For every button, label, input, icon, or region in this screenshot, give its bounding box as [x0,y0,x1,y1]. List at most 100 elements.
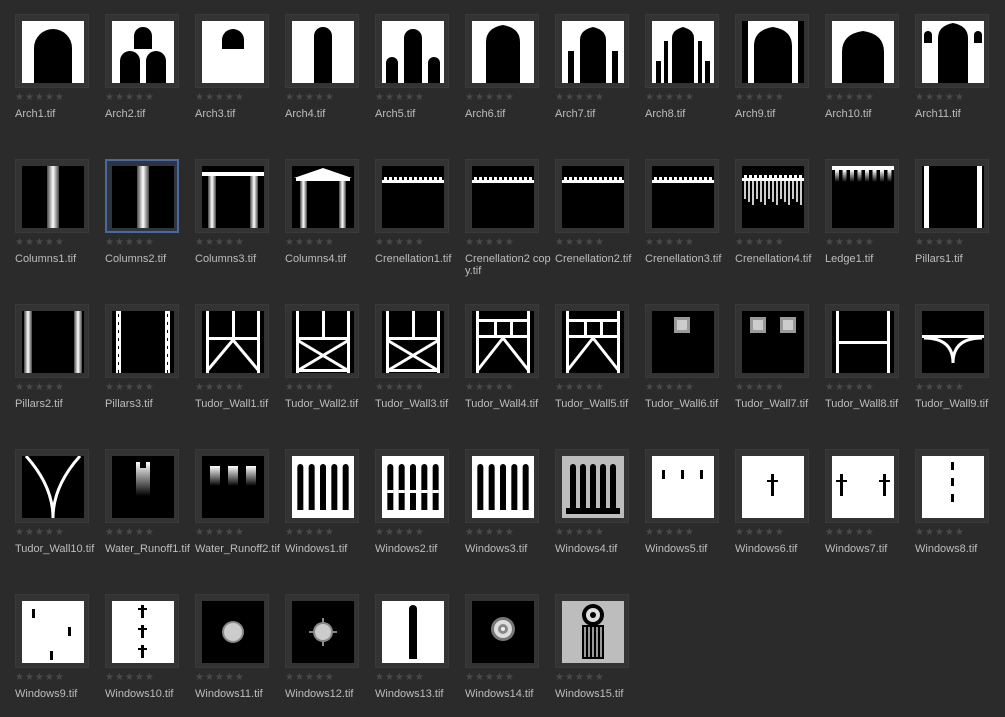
rating-stars[interactable]: ★★★★★ [915,238,965,248]
thumbnail-frame[interactable] [375,594,449,668]
thumbnail-frame[interactable] [195,14,269,88]
thumbnail-frame[interactable] [15,304,89,378]
rating-stars[interactable]: ★★★★★ [15,93,65,103]
thumbnail-frame[interactable] [375,159,449,233]
rating-stars[interactable]: ★★★★★ [105,93,155,103]
rating-stars[interactable]: ★★★★★ [375,238,425,248]
thumbnail-frame[interactable] [825,304,899,378]
rating-stars[interactable]: ★★★★★ [465,383,515,393]
rating-stars[interactable]: ★★★★★ [15,673,65,683]
thumbnail-frame[interactable] [465,159,539,233]
thumbnail-frame[interactable] [915,159,989,233]
rating-stars[interactable]: ★★★★★ [105,383,155,393]
rating-stars[interactable]: ★★★★★ [735,528,785,538]
rating-stars[interactable]: ★★★★★ [465,93,515,103]
rating-stars[interactable]: ★★★★★ [465,528,515,538]
thumbnail-frame[interactable] [825,449,899,523]
thumbnail-frame[interactable] [105,449,179,523]
thumbnail-frame[interactable] [195,159,269,233]
thumbnail-frame[interactable] [555,449,629,523]
thumbnail-frame[interactable] [555,159,629,233]
rating-stars[interactable]: ★★★★★ [105,528,155,538]
rating-stars[interactable]: ★★★★★ [285,93,335,103]
rating-stars[interactable]: ★★★★★ [555,528,605,538]
thumbnail-frame[interactable] [195,304,269,378]
thumbnail-frame[interactable] [195,449,269,523]
thumbnail-frame[interactable] [285,449,359,523]
rating-stars[interactable]: ★★★★★ [105,238,155,248]
thumbnail-frame[interactable] [915,449,989,523]
rating-stars[interactable]: ★★★★★ [645,383,695,393]
rating-stars[interactable]: ★★★★★ [195,383,245,393]
rating-stars[interactable]: ★★★★★ [15,528,65,538]
rating-stars[interactable]: ★★★★★ [195,93,245,103]
thumbnail-frame[interactable] [375,304,449,378]
thumbnail-frame[interactable] [825,159,899,233]
rating-stars[interactable]: ★★★★★ [825,238,875,248]
rating-stars[interactable]: ★★★★★ [375,673,425,683]
thumbnail-frame[interactable] [645,449,719,523]
rating-stars[interactable]: ★★★★★ [825,528,875,538]
rating-stars[interactable]: ★★★★★ [915,93,965,103]
rating-stars[interactable]: ★★★★★ [195,238,245,248]
thumbnail-frame[interactable] [375,14,449,88]
thumbnail-frame[interactable] [915,14,989,88]
rating-stars[interactable]: ★★★★★ [285,238,335,248]
thumbnail-frame[interactable] [465,594,539,668]
rating-stars[interactable]: ★★★★★ [285,673,335,683]
thumbnail-frame[interactable] [15,159,89,233]
rating-stars[interactable]: ★★★★★ [465,238,515,248]
rating-stars[interactable]: ★★★★★ [825,93,875,103]
rating-stars[interactable]: ★★★★★ [375,383,425,393]
rating-stars[interactable]: ★★★★★ [15,383,65,393]
rating-stars[interactable]: ★★★★★ [15,238,65,248]
thumbnail-frame[interactable] [375,449,449,523]
thumbnail-frame[interactable] [15,449,89,523]
thumbnail-frame[interactable] [735,449,809,523]
rating-stars[interactable]: ★★★★★ [555,673,605,683]
thumbnail-frame[interactable] [645,14,719,88]
thumbnail-frame[interactable] [555,304,629,378]
thumbnail-frame[interactable] [285,304,359,378]
rating-stars[interactable]: ★★★★★ [645,93,695,103]
rating-stars[interactable]: ★★★★★ [645,238,695,248]
thumbnail-frame[interactable] [555,14,629,88]
thumbnail-frame[interactable] [105,304,179,378]
thumbnail-frame[interactable] [105,159,179,233]
rating-stars[interactable]: ★★★★★ [555,238,605,248]
rating-stars[interactable]: ★★★★★ [735,238,785,248]
thumbnail-frame[interactable] [645,159,719,233]
thumbnail-frame[interactable] [105,594,179,668]
rating-stars[interactable]: ★★★★★ [285,528,335,538]
thumbnail-frame[interactable] [105,14,179,88]
rating-stars[interactable]: ★★★★★ [195,673,245,683]
rating-stars[interactable]: ★★★★★ [195,528,245,538]
rating-stars[interactable]: ★★★★★ [375,528,425,538]
rating-stars[interactable]: ★★★★★ [915,383,965,393]
thumbnail-frame[interactable] [915,304,989,378]
thumbnail-frame[interactable] [645,304,719,378]
rating-stars[interactable]: ★★★★★ [465,673,515,683]
thumbnail-frame[interactable] [735,14,809,88]
rating-stars[interactable]: ★★★★★ [645,528,695,538]
rating-stars[interactable]: ★★★★★ [105,673,155,683]
thumbnail-frame[interactable] [465,449,539,523]
thumbnail-frame[interactable] [465,14,539,88]
thumbnail-frame[interactable] [285,14,359,88]
thumbnail-frame[interactable] [735,159,809,233]
rating-stars[interactable]: ★★★★★ [375,93,425,103]
thumbnail-frame[interactable] [555,594,629,668]
rating-stars[interactable]: ★★★★★ [555,383,605,393]
thumbnail-frame[interactable] [15,14,89,88]
thumbnail-frame[interactable] [465,304,539,378]
thumbnail-frame[interactable] [735,304,809,378]
rating-stars[interactable]: ★★★★★ [735,383,785,393]
thumbnail-frame[interactable] [285,159,359,233]
rating-stars[interactable]: ★★★★★ [735,93,785,103]
rating-stars[interactable]: ★★★★★ [285,383,335,393]
thumbnail-frame[interactable] [15,594,89,668]
thumbnail-frame[interactable] [195,594,269,668]
rating-stars[interactable]: ★★★★★ [915,528,965,538]
rating-stars[interactable]: ★★★★★ [555,93,605,103]
thumbnail-frame[interactable] [825,14,899,88]
